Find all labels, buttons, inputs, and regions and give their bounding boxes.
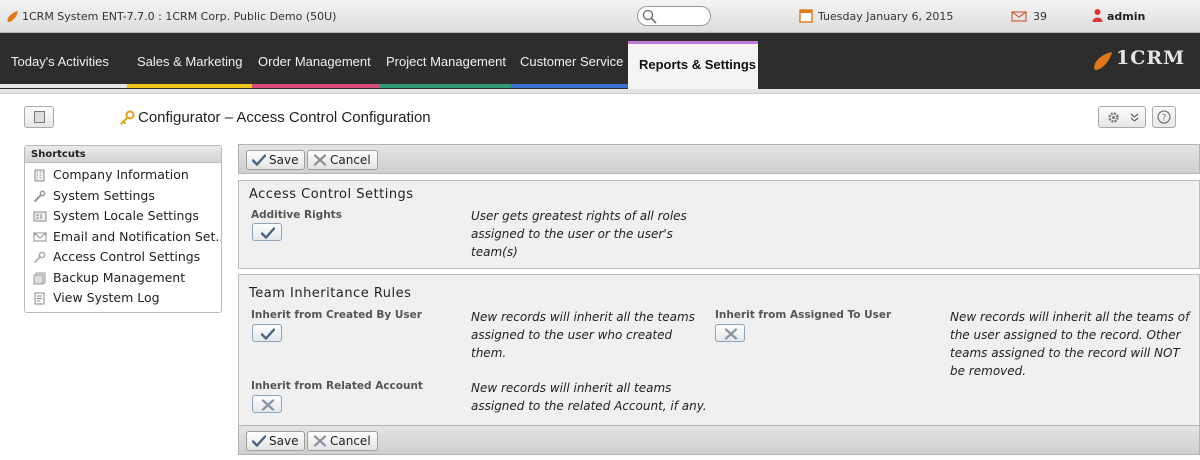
shortcut-backup-management[interactable]: Backup Management <box>25 268 221 289</box>
shortcut-label: View System Log <box>53 290 160 305</box>
system-bar: 1CRM System ENT-7.7.0 : 1CRM Corp. Publi… <box>0 0 1200 33</box>
shortcuts-header: Shortcuts <box>25 146 221 163</box>
nav-todays-activities[interactable]: Today's Activities <box>11 54 109 69</box>
shortcut-label: System Settings <box>53 187 155 203</box>
nav-project-management[interactable]: Project Management <box>386 54 506 69</box>
svg-text:?: ? <box>1162 114 1167 124</box>
calendar-icon[interactable] <box>799 9 813 23</box>
shortcut-label: Backup Management <box>53 269 186 285</box>
help-icon: ? <box>1157 110 1171 124</box>
related-account-description: New records will inherit all teams assig… <box>471 381 707 413</box>
cancel-label: Cancel <box>330 153 371 167</box>
search-input[interactable] <box>637 6 711 26</box>
team-inheritance-section: Team Inheritance Rules Inherit from Crea… <box>238 274 1200 426</box>
check-icon <box>252 435 266 447</box>
nav-order-management[interactable]: Order Management <box>258 54 371 69</box>
shortcut-label: Access Control Settings <box>53 249 201 264</box>
save-button[interactable]: Save <box>246 431 306 451</box>
check-icon <box>261 227 275 239</box>
related-account-checkbox[interactable] <box>252 395 282 413</box>
created-by-description: New records will inherit all the teams a… <box>471 310 695 360</box>
x-icon <box>313 435 327 447</box>
nav-reports-settings[interactable]: Reports & Settings <box>628 41 758 89</box>
check-icon <box>261 328 275 340</box>
locale-icon <box>33 211 47 222</box>
app-title: 1CRM System ENT-7.7.0 : 1CRM Corp. Publi… <box>22 10 337 23</box>
panel-icon <box>34 111 45 123</box>
cancel-button[interactable]: Cancel <box>307 150 378 170</box>
shortcut-view-system-log[interactable]: View System Log <box>25 288 221 309</box>
shortcut-system-locale-settings[interactable]: System Locale Settings <box>25 206 221 227</box>
envelope-icon <box>33 232 47 241</box>
1crm-logo-icon <box>7 11 19 22</box>
sidebar-toggle-button[interactable] <box>24 106 54 128</box>
log-icon <box>34 292 45 305</box>
created-by-checkbox[interactable] <box>252 324 282 342</box>
shortcut-access-control-settings[interactable]: Access Control Settings <box>25 247 221 268</box>
section-title: Team Inheritance Rules <box>249 286 412 301</box>
current-date[interactable]: Tuesday January 6, 2015 <box>818 10 953 23</box>
created-by-label: Inherit from Created By User <box>251 309 422 321</box>
shortcut-system-settings[interactable]: System Settings <box>25 186 221 207</box>
save-label: Save <box>269 434 299 448</box>
user-icon[interactable] <box>1092 8 1103 23</box>
save-label: Save <box>269 153 299 167</box>
settings-menu-button[interactable] <box>1098 106 1146 128</box>
x-icon <box>313 154 327 166</box>
main-nav: Today's Activities Sales & Marketing Ord… <box>0 33 1200 89</box>
key-icon <box>120 110 135 125</box>
related-account-label: Inherit from Related Account <box>251 380 423 392</box>
additive-rights-description: User gets greatest rights of all roles a… <box>471 209 687 259</box>
backup-icon <box>33 272 46 284</box>
shortcut-label: Email and Notification Set... <box>53 228 221 244</box>
brand-name: 1CRM <box>1116 47 1186 69</box>
cancel-label: Cancel <box>330 434 371 448</box>
x-icon <box>724 328 738 340</box>
nav-active-label: Reports & Settings <box>639 57 757 72</box>
1crm-logo-icon <box>1094 52 1112 70</box>
assigned-to-label: Inherit from Assigned To User <box>715 309 892 321</box>
building-icon <box>34 169 45 182</box>
shortcut-label: System Locale Settings <box>53 208 199 223</box>
cancel-button[interactable]: Cancel <box>307 431 378 451</box>
shortcut-company-information[interactable]: Company Information <box>25 165 221 186</box>
additive-rights-checkbox[interactable] <box>252 223 282 241</box>
x-icon <box>261 399 275 411</box>
nav-underline <box>0 89 1200 94</box>
gear-icon <box>1108 112 1119 123</box>
chevron-down-icon <box>1130 113 1139 122</box>
shortcut-label: Company Information <box>53 167 189 182</box>
bottom-button-bar: Save Cancel <box>238 425 1200 455</box>
page-title: Configurator – Access Control Configurat… <box>138 109 431 126</box>
save-button[interactable]: Save <box>246 150 306 170</box>
user-name[interactable]: admin <box>1107 10 1145 23</box>
help-button[interactable]: ? <box>1152 106 1176 128</box>
nav-customer-service[interactable]: Customer Service <box>520 54 623 69</box>
section-title: Access Control Settings <box>249 187 414 202</box>
assigned-to-checkbox[interactable] <box>715 324 745 342</box>
shortcuts-panel: Shortcuts Company Information System Set… <box>24 145 222 313</box>
shortcut-email-notification-settings[interactable]: Email and Notification Set... <box>25 227 221 248</box>
key-icon <box>34 251 46 263</box>
access-control-section: Access Control Settings Additive Rights … <box>238 180 1200 269</box>
wrench-icon <box>34 190 46 202</box>
nav-sales-marketing[interactable]: Sales & Marketing <box>137 54 243 69</box>
nav-color-stripes <box>0 84 628 88</box>
mail-count[interactable]: 39 <box>1033 10 1047 23</box>
mail-icon[interactable] <box>1011 11 1027 22</box>
check-icon <box>252 154 266 166</box>
assigned-to-description: New records will inherit all the teams o… <box>950 310 1190 378</box>
top-button-bar: Save Cancel <box>238 144 1200 174</box>
search-icon <box>642 9 657 24</box>
additive-rights-label: Additive Rights <box>251 209 342 221</box>
